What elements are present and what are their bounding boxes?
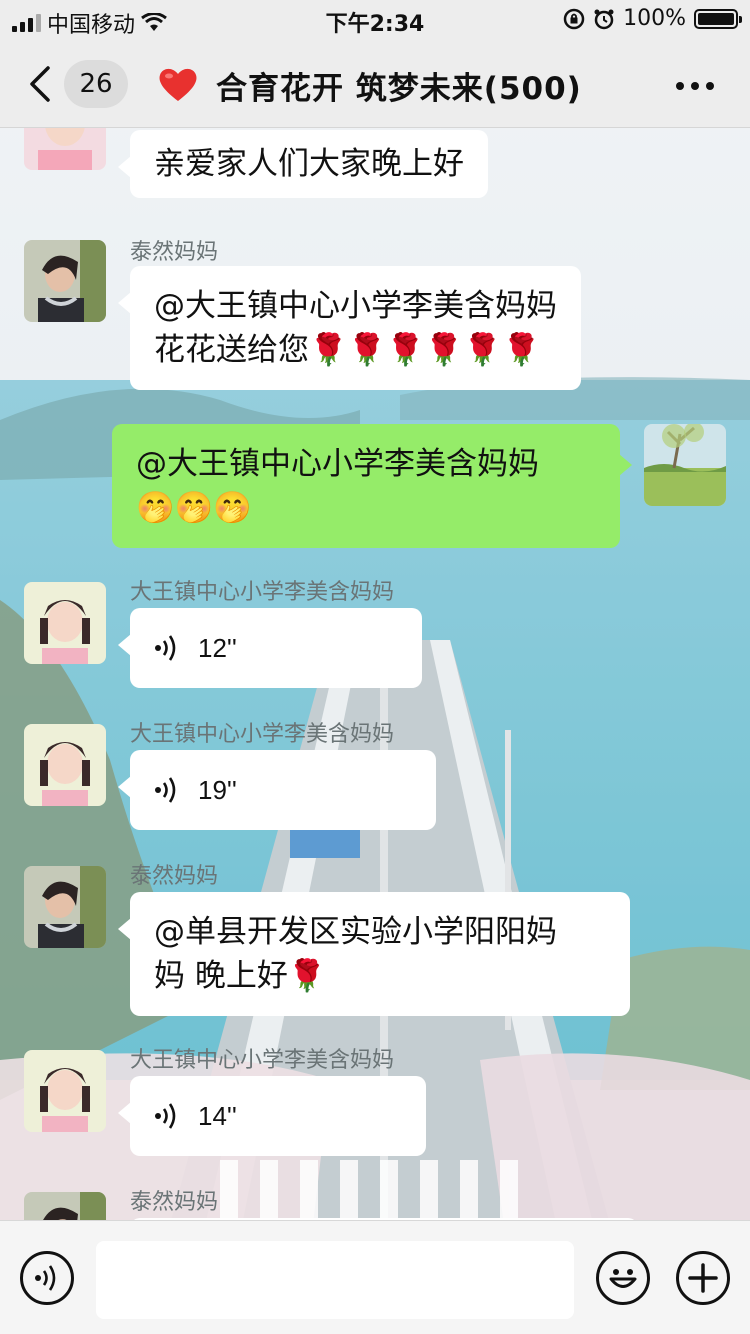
plus-icon[interactable]: [676, 1251, 730, 1305]
voice-message: 19'': [154, 768, 412, 812]
sender-name: 大王镇中心小学李美含妈妈: [130, 722, 395, 747]
battery-icon: [694, 8, 742, 29]
voice-duration: 14'': [198, 1101, 237, 1131]
heart-icon: [159, 68, 197, 101]
avatar-image: [24, 1192, 106, 1220]
status-right: 100%: [563, 6, 742, 31]
avatar-image: [24, 240, 106, 322]
sender-name: 泰然妈妈: [130, 864, 219, 889]
avatar-image: [24, 582, 106, 664]
chat-input-bar: [0, 1220, 750, 1334]
cover-mouth-emoji: 🤭🤭🤭: [136, 490, 252, 526]
rotation-lock-icon: [563, 8, 585, 29]
rose-emoji: 🌹: [287, 958, 327, 994]
message-input[interactable]: [96, 1241, 574, 1319]
plus-glyph: [688, 1263, 718, 1293]
alarm-icon: [594, 9, 614, 29]
avatar-tairan-mom[interactable]: [24, 1192, 106, 1220]
sender-name: 大王镇中心小学李美含妈妈: [130, 580, 395, 605]
smiley-icon[interactable]: [596, 1251, 650, 1305]
voice-message-bubble[interactable]: 14'': [118, 1076, 426, 1156]
avatar-limeihan-mom[interactable]: [24, 582, 106, 664]
voice-message-bubble[interactable]: 19'': [118, 750, 436, 830]
voice-duration: 19'': [198, 775, 237, 805]
chat-nav-bar: 26 合育花开 筑梦未来(500): [0, 40, 750, 128]
avatar-image: [24, 128, 106, 170]
chat-title-text: 合育花开 筑梦未来(500): [216, 70, 582, 107]
avatar-image: [24, 1050, 106, 1132]
message-bubble-self[interactable]: @大王镇中心小学李美含妈妈 🤭🤭🤭: [112, 424, 632, 548]
sender-name: 泰然妈妈: [130, 240, 219, 265]
avatar-image: [644, 424, 726, 506]
message-list[interactable]: 亲爱家人们大家晚上好 泰然妈妈 @大王镇中心小学李美含妈妈 花花送给您🌹🌹🌹🌹🌹…: [0, 128, 750, 1220]
battery-percent: 100%: [623, 6, 686, 31]
sender-name: 大王镇中心小学李美含妈妈: [130, 1048, 395, 1073]
message-text: 花花送给您: [154, 332, 309, 368]
voice-duration: 12'': [198, 633, 237, 663]
voice-wave-icon: [155, 1103, 176, 1129]
chevron-left-icon[interactable]: [26, 64, 56, 104]
message-text: 妈 晚上好: [154, 958, 288, 994]
message-bubble[interactable]: @大王镇中心小学李美含妈妈 花花送给您🌹🌹🌹🌹🌹🌹: [118, 266, 581, 390]
message-text-line: @大王镇中心小学李美含妈妈: [136, 446, 539, 482]
message-text-line: 妈 晚上好🌹: [154, 954, 606, 998]
voice-wave-icon: [35, 1265, 56, 1291]
rose-emoji: 🌹🌹🌹🌹🌹🌹: [309, 332, 541, 368]
voice-input-icon[interactable]: [20, 1251, 74, 1305]
voice-wave-icon: [155, 777, 176, 803]
voice-message: 14'': [154, 1094, 402, 1138]
voice-message-bubble[interactable]: 12'': [118, 608, 422, 688]
avatar-image: [24, 866, 106, 948]
message-text-line: @单县开发区实验小学阳阳妈: [154, 914, 557, 950]
message-text-line: 花花送给您🌹🌹🌹🌹🌹🌹: [154, 328, 557, 372]
message-bubble[interactable]: @单县开发区实验小学阳阳妈 妈 晚上好🌹: [118, 892, 630, 1016]
unread-count-badge[interactable]: 26: [64, 60, 128, 108]
smiley-face: [609, 1269, 637, 1288]
avatar-limeihan-mom[interactable]: [24, 128, 106, 170]
message-text: 亲爱家人们大家晚上好: [154, 146, 464, 182]
message-text-line: @大王镇中心小学李美含妈妈: [154, 288, 557, 324]
status-bar: 中国移动 下午2:34 100%: [0, 0, 750, 40]
more-dots-icon[interactable]: [676, 82, 714, 90]
avatar-self[interactable]: [644, 424, 726, 506]
voice-wave-icon: [155, 635, 176, 661]
avatar-image: [24, 724, 106, 806]
sender-name: 泰然妈妈: [130, 1190, 219, 1215]
chat-title[interactable]: 合育花开 筑梦未来(500): [158, 62, 582, 108]
avatar-tairan-mom[interactable]: [24, 240, 106, 322]
avatar-limeihan-mom[interactable]: [24, 724, 106, 806]
avatar-limeihan-mom[interactable]: [24, 1050, 106, 1132]
message-bubble[interactable]: 亲爱家人们大家晚上好: [118, 130, 488, 198]
avatar-tairan-mom[interactable]: [24, 866, 106, 948]
voice-message: 12'': [154, 626, 398, 670]
